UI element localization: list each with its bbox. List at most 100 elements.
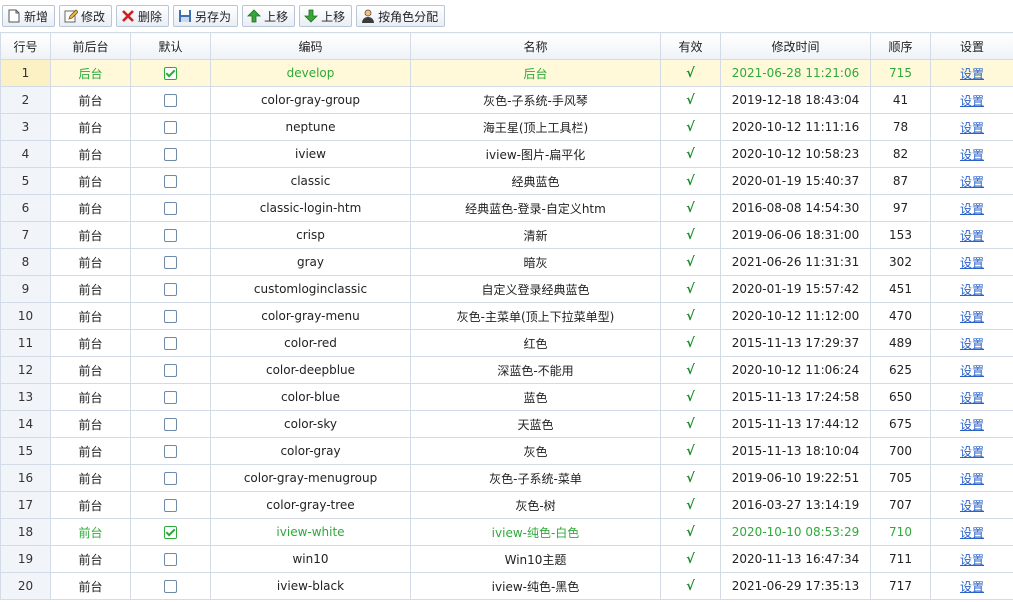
add-button[interactable]: 新增 — [2, 5, 56, 27]
default-checkbox[interactable] — [164, 202, 177, 215]
settings-cell: 设置 — [930, 383, 1013, 411]
default-checkbox[interactable] — [164, 364, 177, 377]
column-header-row-number[interactable]: 行号 — [0, 32, 51, 60]
settings-link[interactable]: 设置 — [960, 283, 984, 297]
settings-link[interactable]: 设置 — [960, 445, 984, 459]
settings-link[interactable]: 设置 — [960, 472, 984, 486]
row-number: 10 — [0, 302, 51, 330]
order-cell: 717 — [870, 572, 931, 600]
name-cell: 天蓝色 — [410, 410, 661, 438]
default-checkbox[interactable] — [164, 391, 177, 404]
settings-link[interactable]: 设置 — [960, 364, 984, 378]
order-cell: 711 — [870, 545, 931, 573]
settings-link[interactable]: 设置 — [960, 499, 984, 513]
table-row[interactable]: 1 后台 develop 后台 √ 2021-06-28 11:21:06 715 设置 — [0, 59, 1013, 87]
order-cell: 82 — [870, 140, 931, 168]
default-checkbox[interactable] — [164, 175, 177, 188]
column-header-order[interactable]: 顺序 — [870, 32, 931, 60]
settings-link[interactable]: 设置 — [960, 418, 984, 432]
column-header-settings[interactable]: 设置 — [930, 32, 1013, 60]
settings-link[interactable]: 设置 — [960, 310, 984, 324]
settings-link[interactable]: 设置 — [960, 526, 984, 540]
default-checkbox[interactable] — [164, 580, 177, 593]
code-cell: color-gray-menu — [210, 302, 411, 330]
code-cell: gray — [210, 248, 411, 276]
table-row[interactable]: 7 前台 crisp 清新 √ 2019-06-06 18:31:00 153 设置 — [0, 221, 1013, 249]
default-checkbox[interactable] — [164, 418, 177, 431]
settings-cell: 设置 — [930, 572, 1013, 600]
table-row[interactable]: 9 前台 customloginclassic 自定义登录经典蓝色 √ 2020-01-1… — [0, 275, 1013, 303]
table-row[interactable]: 3 前台 neptune 海王星(顶上工具栏) √ 2020-10-12 11:11:16… — [0, 113, 1013, 141]
save-as-button[interactable]: 另存为 — [173, 5, 239, 27]
table-row[interactable]: 19 前台 win10 Win10主题 √ 2020-11-13 16:47:34 711 设… — [0, 545, 1013, 573]
name-cell: 灰色-树 — [410, 491, 661, 519]
settings-link[interactable]: 设置 — [960, 229, 984, 243]
column-header-default[interactable]: 默认 — [130, 32, 211, 60]
default-checkbox[interactable] — [164, 337, 177, 350]
table-row[interactable]: 16 前台 color-gray-menugroup 灰色-子系统-菜单 √ 2019-0… — [0, 464, 1013, 492]
valid-cell: √ — [660, 113, 721, 141]
code-cell: iview-white — [210, 518, 411, 546]
settings-link[interactable]: 设置 — [960, 148, 984, 162]
default-checkbox[interactable] — [164, 499, 177, 512]
column-header-modified-time[interactable]: 修改时间 — [720, 32, 871, 60]
name-cell: 灰色-主菜单(顶上下拉菜单型) — [410, 302, 661, 330]
table-row[interactable]: 18 前台 iview-white iview-纯色-白色 √ 2020-10-10 08… — [0, 518, 1013, 546]
settings-link[interactable]: 设置 — [960, 175, 984, 189]
table-row[interactable]: 12 前台 color-deepblue 深蓝色-不能用 √ 2020-10-12 11:… — [0, 356, 1013, 384]
delete-button[interactable]: 删除 — [116, 5, 170, 27]
default-checkbox[interactable] — [164, 283, 177, 296]
table-row[interactable]: 8 前台 gray 暗灰 √ 2021-06-26 11:31:31 302 设置 — [0, 248, 1013, 276]
table-row[interactable]: 2 前台 color-gray-group 灰色-子系统-手风琴 √ 2019-12-18… — [0, 86, 1013, 114]
settings-link[interactable]: 设置 — [960, 337, 984, 351]
row-number: 16 — [0, 464, 51, 492]
table-row[interactable]: 13 前台 color-blue 蓝色 √ 2015-11-13 17:24:58 650 设… — [0, 383, 1013, 411]
default-checkbox[interactable] — [164, 472, 177, 485]
settings-link[interactable]: 设置 — [960, 94, 984, 108]
column-header-name[interactable]: 名称 — [410, 32, 661, 60]
settings-link[interactable]: 设置 — [960, 121, 984, 135]
table-row[interactable]: 14 前台 color-sky 天蓝色 √ 2015-11-13 17:44:12 675 设… — [0, 410, 1013, 438]
side-cell: 前台 — [50, 329, 131, 357]
table-row[interactable]: 17 前台 color-gray-tree 灰色-树 √ 2016-03-27 13:14… — [0, 491, 1013, 519]
settings-link[interactable]: 设置 — [960, 391, 984, 405]
table-row[interactable]: 20 前台 iview-black iview-纯色-黑色 √ 2021-06-29 17… — [0, 572, 1013, 600]
valid-check-mark: √ — [686, 443, 695, 459]
default-checkbox[interactable] — [164, 526, 177, 539]
move-down-button[interactable]: 上移 — [299, 5, 353, 27]
table-row[interactable]: 5 前台 classic 经典蓝色 √ 2020-01-19 15:40:37 87 设置 — [0, 167, 1013, 195]
default-checkbox[interactable] — [164, 229, 177, 242]
column-header-valid[interactable]: 有效 — [660, 32, 721, 60]
settings-link[interactable]: 设置 — [960, 580, 984, 594]
assign-by-role-button[interactable]: 按角色分配 — [356, 5, 446, 27]
default-checkbox[interactable] — [164, 445, 177, 458]
code-cell: color-blue — [210, 383, 411, 411]
default-checkbox[interactable] — [164, 67, 177, 80]
table-row[interactable]: 11 前台 color-red 红色 √ 2015-11-13 17:29:37 489 设置 — [0, 329, 1013, 357]
table-row[interactable]: 15 前台 color-gray 灰色 √ 2015-11-13 18:10:04 700 设… — [0, 437, 1013, 465]
settings-link[interactable]: 设置 — [960, 202, 984, 216]
order-cell: 97 — [870, 194, 931, 222]
default-checkbox[interactable] — [164, 121, 177, 134]
table-row[interactable]: 4 前台 iview iview-图片-扁平化 √ 2020-10-12 10:58:23… — [0, 140, 1013, 168]
column-header-code[interactable]: 编码 — [210, 32, 411, 60]
order-cell: 470 — [870, 302, 931, 330]
table-row[interactable]: 10 前台 color-gray-menu 灰色-主菜单(顶上下拉菜单型) √ 2020-… — [0, 302, 1013, 330]
edit-button[interactable]: 修改 — [59, 5, 113, 27]
default-checkbox[interactable] — [164, 553, 177, 566]
default-checkbox[interactable] — [164, 148, 177, 161]
table-row[interactable]: 6 前台 classic-login-htm 经典蓝色-登录-自定义htm √ 2016-… — [0, 194, 1013, 222]
default-checkbox[interactable] — [164, 256, 177, 269]
default-checkbox[interactable] — [164, 94, 177, 107]
default-cell — [130, 572, 211, 600]
valid-check-mark: √ — [686, 551, 695, 567]
default-cell — [130, 167, 211, 195]
valid-cell: √ — [660, 545, 721, 573]
move-up-button[interactable]: 上移 — [242, 5, 296, 27]
settings-link[interactable]: 设置 — [960, 67, 984, 81]
column-header-side[interactable]: 前后台 — [50, 32, 131, 60]
default-checkbox[interactable] — [164, 310, 177, 323]
settings-link[interactable]: 设置 — [960, 256, 984, 270]
settings-link[interactable]: 设置 — [960, 553, 984, 567]
user-icon — [361, 9, 375, 23]
